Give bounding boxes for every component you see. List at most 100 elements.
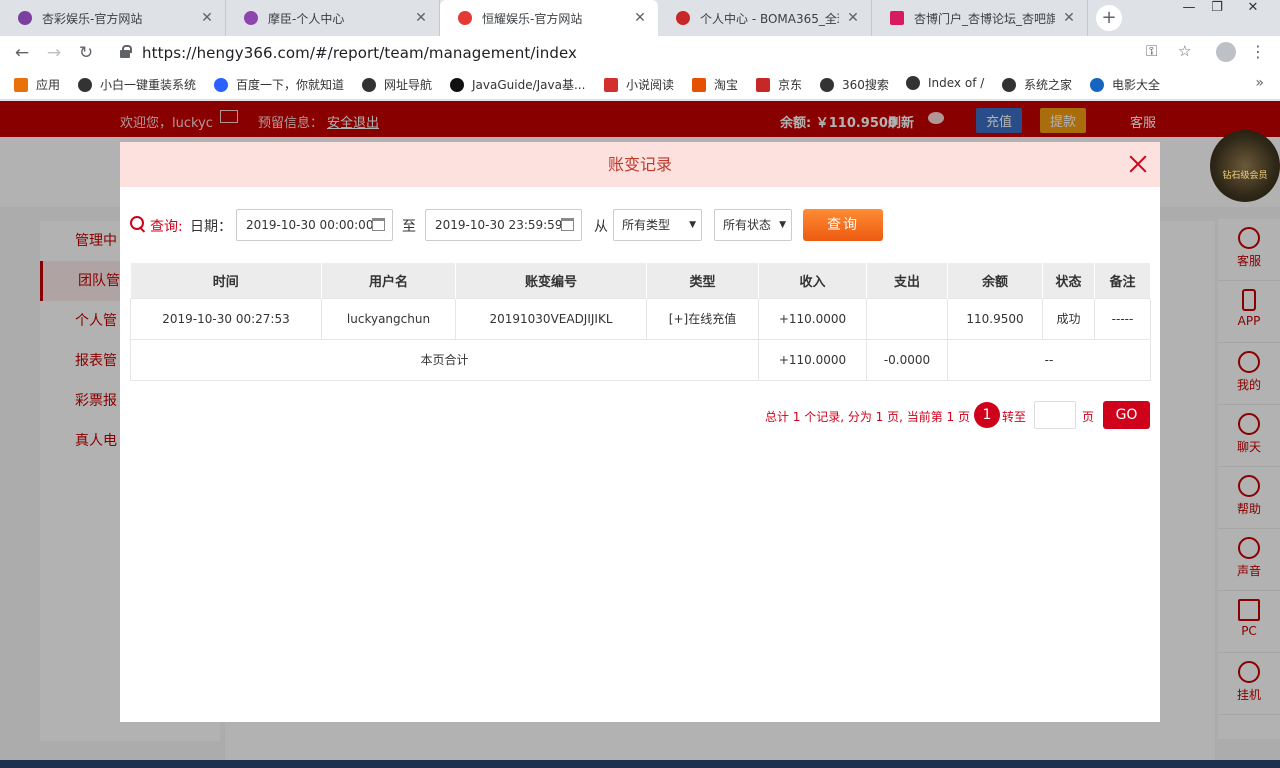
calendar-icon[interactable] — [372, 218, 385, 231]
address-toolbar: ← → ↻ https://hengy366.com/#/report/team… — [0, 36, 1280, 70]
movie-icon — [1090, 77, 1104, 92]
transaction-table: 时间 用户名 账变编号 类型 收入 支出 余额 状态 备注 2019-10-30… — [130, 263, 1151, 381]
tab-title: 摩臣-个人中心 — [268, 11, 345, 26]
type-select[interactable]: 所有类型 ▼ — [613, 209, 702, 241]
more-bookmarks-icon[interactable]: » — [1255, 75, 1264, 91]
column-header: 类型 — [646, 263, 759, 298]
new-tab-button[interactable]: + — [1096, 5, 1122, 31]
cell-expense — [866, 297, 948, 340]
bookmark-item[interactable]: 360搜索 — [820, 76, 889, 93]
lock-icon — [120, 45, 132, 58]
restore-icon[interactable]: ❐ — [1202, 0, 1232, 18]
bookmark-item[interactable]: 网址导航 — [362, 76, 432, 93]
reload-icon[interactable]: ↻ — [74, 41, 98, 65]
bookmark-label: JavaGuide/Java基... — [472, 78, 586, 92]
browser-tab[interactable]: 摩臣-个人中心 ✕ — [226, 0, 440, 36]
site-favicon-icon — [890, 11, 904, 25]
bookmark-label: 360搜索 — [842, 78, 889, 92]
minimize-icon[interactable]: — — [1174, 0, 1204, 18]
pagination: 总计 1 个记录, 分为 1 页, 当前第 1 页 1 转至 页 GO — [130, 400, 1150, 430]
filter-bar: 查询: 日期： 2019-10-30 00:00:00 至 2019-10-30… — [130, 208, 1150, 241]
status-select-value: 所有状态 — [723, 218, 772, 232]
status-select[interactable]: 所有状态 ▼ — [714, 209, 792, 241]
browser-tab-active[interactable]: 恒耀娱乐-官方网站 ✕ — [440, 0, 658, 36]
go-button[interactable]: GO — [1103, 401, 1150, 429]
bookmark-item[interactable]: 电影大全 — [1090, 76, 1160, 93]
baidu-paw-icon — [214, 77, 228, 92]
date-to-input[interactable]: 2019-10-30 23:59:59 — [425, 209, 582, 241]
browser-tab[interactable]: 个人中心 - BOMA365_全球 ✕ — [658, 0, 872, 36]
key-icon[interactable]: ⚿ — [1146, 42, 1157, 60]
bookmark-label: 网址导航 — [384, 78, 433, 92]
page-jump-input[interactable] — [1034, 401, 1076, 429]
browser-tab[interactable]: 杏彩娱乐-官方网站 ✕ — [0, 0, 226, 36]
bookmark-label: 小说阅读 — [626, 78, 675, 92]
bookmark-item[interactable]: 京东 — [756, 76, 802, 93]
taobao-icon — [692, 77, 706, 92]
tab-title: 个人中心 - BOMA365_全球 — [700, 11, 839, 26]
modal-title: 账变记录 — [120, 142, 1160, 187]
calendar-icon[interactable] — [561, 218, 574, 231]
bookmark-label: 京东 — [778, 78, 803, 92]
back-icon[interactable]: ← — [10, 41, 34, 65]
tab-title: 恒耀娱乐-官方网站 — [482, 11, 583, 26]
bookmark-item[interactable]: 系统之家 — [1002, 76, 1072, 93]
bookmark-item[interactable]: JavaGuide/Java基... — [450, 76, 585, 93]
date-from-input[interactable]: 2019-10-30 00:00:00 — [236, 209, 393, 241]
column-header: 时间 — [130, 263, 322, 298]
vip-badge: 钻石级会员 — [1210, 130, 1280, 202]
cell-income: +110.0000 — [758, 297, 867, 340]
bookmark-star-icon[interactable]: ☆ — [1178, 42, 1191, 60]
bookmark-item[interactable]: 小说阅读 — [604, 76, 674, 93]
window-close-icon[interactable]: ✕ — [1238, 0, 1268, 18]
close-icon[interactable] — [1128, 154, 1148, 174]
from-label: 从 — [594, 219, 608, 235]
table-header-row: 时间 用户名 账变编号 类型 收入 支出 余额 状态 备注 — [130, 263, 1151, 298]
site-favicon-icon — [244, 11, 258, 25]
bookmark-item[interactable]: 应用 — [14, 76, 60, 93]
bookmarks-bar: 应用 小白一键重装系统 百度一下，你就知道 网址导航 JavaGuide/Jav… — [0, 70, 1280, 100]
bookmark-item[interactable]: 小白一键重装系统 — [78, 76, 196, 93]
summary-row: 本页合计 +110.0000 -0.0000 -- — [130, 338, 1151, 381]
cell-balance: 110.9500 — [947, 297, 1043, 340]
url-text[interactable]: https://hengy366.com/#/report/team/manag… — [142, 44, 577, 62]
date-label: 日期： — [190, 219, 232, 235]
jd-icon — [756, 77, 770, 92]
omnibox[interactable]: https://hengy366.com/#/report/team/manag… — [108, 39, 1208, 67]
cell-type: [+]在线充值 — [646, 297, 759, 340]
close-icon[interactable]: ✕ — [199, 10, 215, 26]
search-button[interactable]: 查询 — [803, 209, 883, 241]
search-icon — [130, 216, 146, 232]
globe-icon — [362, 77, 376, 92]
forward-icon[interactable]: → — [42, 41, 66, 65]
github-icon — [450, 77, 464, 92]
globe-icon — [820, 77, 834, 92]
globe-icon — [78, 77, 92, 92]
close-icon[interactable]: ✕ — [845, 10, 861, 26]
globe-icon — [1002, 77, 1016, 92]
browser-menu-icon[interactable]: ⋮ — [1250, 42, 1266, 61]
site-favicon-icon — [458, 11, 472, 25]
bookmark-label: 系统之家 — [1024, 78, 1073, 92]
date-to-value: 2019-10-30 23:59:59 — [435, 218, 563, 232]
browser-tab[interactable]: 杏博门户_杏博论坛_杏吧旗 ✕ — [872, 0, 1088, 36]
column-header: 用户名 — [321, 263, 456, 298]
close-icon[interactable]: ✕ — [413, 10, 429, 26]
tab-title: 杏博门户_杏博论坛_杏吧旗 — [914, 11, 1055, 26]
page-number-current[interactable]: 1 — [974, 402, 1000, 428]
column-header: 备注 — [1094, 263, 1151, 298]
summary-rest: -- — [947, 338, 1151, 381]
summary-label: 本页合计 — [130, 338, 759, 381]
table-row: 2019-10-30 00:27:53 luckyangchun 2019103… — [130, 297, 1151, 340]
cell-time: 2019-10-30 00:27:53 — [130, 297, 322, 340]
bookmark-item[interactable]: 百度一下，你就知道 — [214, 76, 344, 93]
apps-grid-icon — [14, 77, 28, 92]
bookmark-item[interactable]: 淘宝 — [692, 76, 738, 93]
dropdown-arrow-icon: ▼ — [689, 220, 696, 230]
close-icon[interactable]: ✕ — [1061, 10, 1077, 26]
summary-expense: -0.0000 — [866, 338, 948, 381]
novel-icon — [604, 77, 618, 92]
close-icon[interactable]: ✕ — [632, 10, 648, 26]
profile-avatar[interactable] — [1216, 42, 1236, 62]
bookmark-item[interactable]: Index of / — [906, 76, 984, 90]
